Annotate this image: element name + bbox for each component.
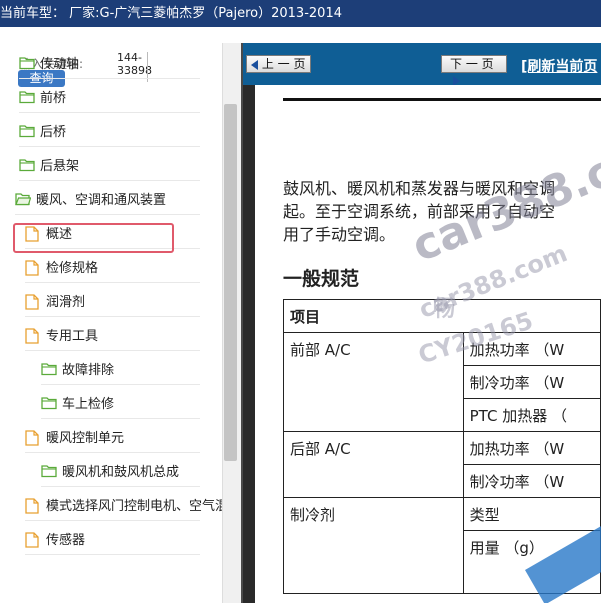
tree-item[interactable]: 暖风、空调和通风装置 bbox=[15, 183, 200, 215]
viewer-toolbar: 上 一 页 下 一 页 [刷新当前页 bbox=[243, 43, 601, 86]
folder-icon bbox=[41, 396, 57, 410]
tree-item[interactable]: 传动轴 bbox=[19, 47, 200, 79]
tree-item-label: 后悬架 bbox=[40, 159, 80, 174]
tree-item-label: 检修规格 bbox=[46, 261, 99, 276]
scrollbar-thumb[interactable] bbox=[224, 104, 237, 461]
tree-item-label: 传感器 bbox=[46, 533, 86, 548]
document-icon bbox=[25, 293, 41, 310]
tree-item[interactable]: 后悬架 bbox=[19, 149, 200, 181]
tree-item-label: 润滑剂 bbox=[46, 295, 86, 310]
document-viewer: 上 一 页 下 一 页 [刷新当前页 鼓风机、暖风机和蒸发器与暖风和空调 起。至… bbox=[243, 43, 601, 603]
tree-item-label: 暖风控制单元 bbox=[46, 431, 125, 446]
window-title-bar: 当前车型： 厂家:G-广汽三菱帕杰罗（Pajero）2013-2014 bbox=[0, 0, 601, 27]
table-row: 前部 A/C 加热功率 （W bbox=[283, 332, 601, 432]
table-row: 制冷剂 类型 bbox=[283, 497, 601, 594]
tree-item[interactable]: 暖风机和鼓风机总成 bbox=[41, 455, 200, 487]
next-page-button[interactable]: 下 一 页 bbox=[441, 55, 507, 86]
paragraph-line-1: 鼓风机、暖风机和蒸发器与暖风和空调 bbox=[283, 179, 556, 198]
section-heading: 一般规范 bbox=[283, 268, 360, 290]
page-left-margin bbox=[243, 85, 255, 603]
document-icon bbox=[25, 497, 41, 514]
tree-item-label: 暖风机和鼓风机总成 bbox=[62, 465, 180, 480]
tree-item-label: 传动轴 bbox=[40, 57, 80, 72]
refresh-page-link[interactable]: [刷新当前页 bbox=[521, 56, 597, 76]
paragraph-line-2: 起。至于空调系统，前部采用了自动空 bbox=[283, 202, 556, 221]
folder-icon bbox=[19, 56, 35, 70]
table-row: 后部 A/C 加热功率 （W bbox=[283, 431, 601, 498]
arrow-left-icon bbox=[251, 59, 258, 70]
selection-highlight bbox=[13, 223, 174, 253]
paragraph-line-3: 用了手动空调。 bbox=[283, 225, 396, 244]
table-cell: 后部 A/C bbox=[283, 431, 464, 498]
folder-icon bbox=[19, 158, 35, 172]
tree-item[interactable]: 润滑剂 bbox=[25, 285, 200, 317]
tree-item-label: 车上检修 bbox=[62, 397, 115, 412]
sidebar: 输入关键字: 144- 33898 查询 传动轴 前桥 后桥 后悬架 暖风、空调和通风装置… bbox=[0, 43, 222, 603]
tree-item[interactable]: 故障排除 bbox=[41, 353, 200, 385]
tree-item[interactable]: 检修规格 bbox=[25, 251, 200, 283]
spec-table: 项目 前部 A/C 加热功率 （W 制冷功率 （W PTC 加热器 （ 后部 A… bbox=[283, 299, 601, 594]
folder-icon bbox=[41, 362, 57, 376]
table-row: 项目 bbox=[283, 299, 601, 333]
table-cell: 制冷剂 bbox=[283, 497, 464, 594]
tree-item[interactable]: 专用工具 bbox=[25, 319, 200, 351]
folder-open-icon bbox=[15, 192, 32, 206]
header-rule bbox=[283, 98, 601, 101]
document-icon bbox=[25, 429, 41, 446]
prev-page-button[interactable]: 上 一 页 bbox=[246, 55, 311, 73]
tree-item[interactable]: 后桥 bbox=[19, 115, 200, 147]
table-header-cell: 项目 bbox=[283, 299, 601, 333]
table-cell: 类型 bbox=[462, 497, 601, 531]
table-cell: 制冷功率 （W bbox=[462, 464, 601, 498]
arrow-right-icon bbox=[453, 75, 460, 86]
tree-item-label: 故障排除 bbox=[62, 363, 115, 378]
tree-item[interactable]: 前桥 bbox=[19, 81, 200, 113]
tree-item-label: 后桥 bbox=[40, 125, 67, 140]
tree-item[interactable]: 暖风控制单元 bbox=[25, 421, 200, 453]
document-page: 鼓风机、暖风机和蒸发器与暖风和空调 起。至于空调系统，前部采用了自动空 用了手动… bbox=[255, 85, 601, 603]
top-spacer bbox=[0, 27, 601, 43]
window-title: 当前车型： 厂家:G-广汽三菱帕杰罗（Pajero）2013-2014 bbox=[0, 6, 342, 21]
table-cell: 制冷功率 （W bbox=[462, 365, 601, 399]
prev-page-label: 上 一 页 bbox=[261, 57, 306, 71]
next-page-label: 下 一 页 bbox=[450, 57, 494, 71]
folder-icon bbox=[41, 464, 57, 478]
table-cell: 用量 （g） bbox=[462, 530, 601, 594]
tree-item-label: 暖风、空调和通风装置 bbox=[36, 193, 167, 208]
tree-item-label: 专用工具 bbox=[46, 329, 99, 344]
tree-item[interactable]: 传感器 bbox=[25, 523, 200, 555]
table-cell: 加热功率 （W bbox=[462, 431, 601, 465]
table-cell: PTC 加热器 （ bbox=[462, 398, 601, 432]
tree-item[interactable]: 车上检修 bbox=[41, 387, 200, 419]
document-icon bbox=[25, 259, 41, 276]
tree-item[interactable]: 模式选择风门控制电机、空气混 bbox=[25, 489, 222, 521]
tree-item-label: 模式选择风门控制电机、空气混 bbox=[46, 499, 222, 514]
table-cell: 前部 A/C bbox=[283, 332, 464, 432]
document-icon bbox=[25, 531, 41, 548]
folder-icon bbox=[19, 90, 35, 104]
document-icon bbox=[25, 327, 41, 344]
table-cell: 加热功率 （W bbox=[462, 332, 601, 366]
folder-icon bbox=[19, 124, 35, 138]
tree-item-label: 前桥 bbox=[40, 91, 67, 106]
